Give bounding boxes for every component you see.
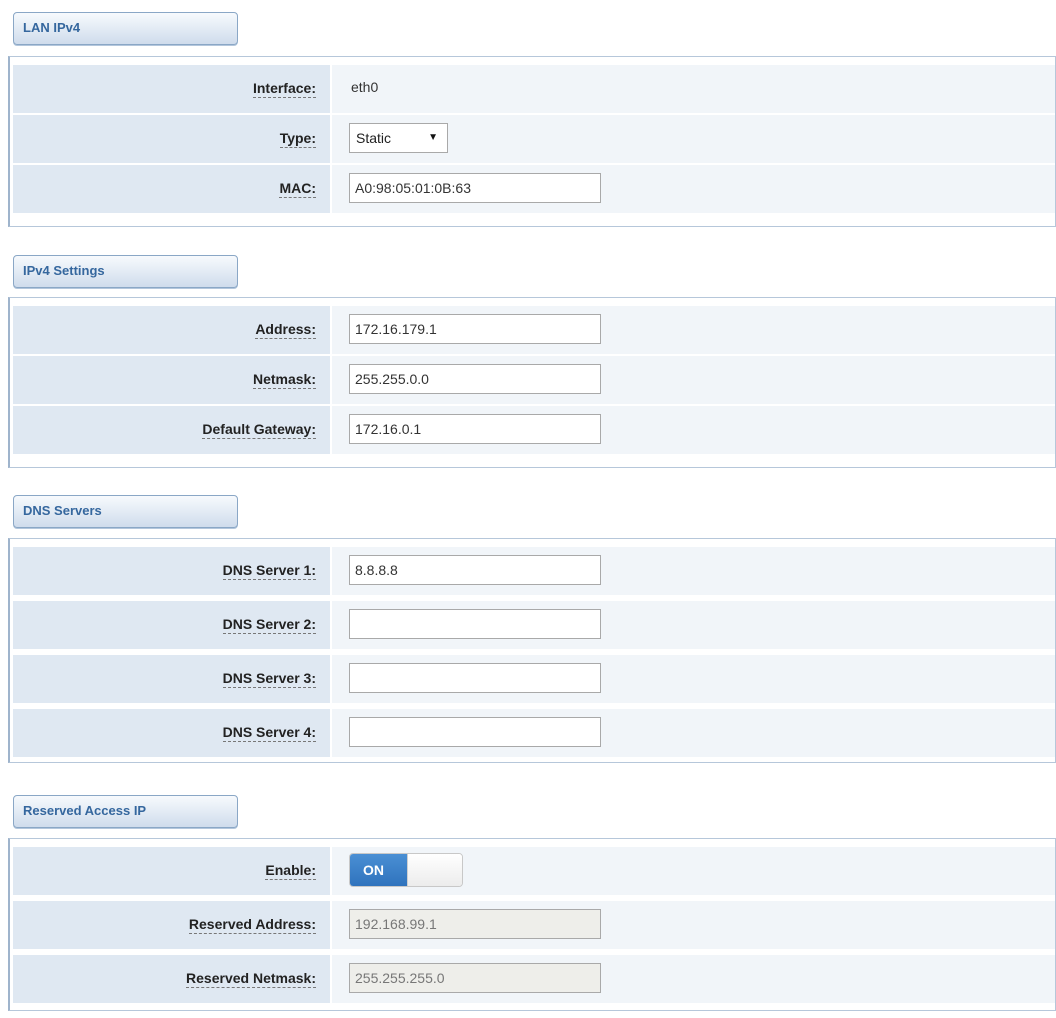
dns-server-2-label: DNS Server 2:: [222, 616, 316, 634]
reserved-address-input[interactable]: [349, 909, 601, 939]
dns-server-3-label: DNS Server 3:: [222, 670, 316, 688]
dns-server-1-input[interactable]: [349, 555, 601, 585]
mac-input[interactable]: [349, 173, 601, 203]
reserved-access-ip-title: Reserved Access IP: [13, 795, 238, 828]
type-label: Type:: [279, 130, 316, 148]
gateway-row: Default Gateway:: [13, 404, 1055, 454]
gateway-label: Default Gateway:: [202, 421, 316, 439]
enable-toggle[interactable]: ON: [349, 853, 463, 887]
mac-row: MAC:: [13, 163, 1055, 213]
reserved-netmask-input[interactable]: [349, 963, 601, 993]
ipv4-settings-panel: Address: Netmask: Default Gateway:: [8, 297, 1056, 468]
address-label: Address:: [255, 321, 316, 339]
interface-value: eth0: [351, 79, 379, 95]
reserved-address-label: Reserved Address:: [188, 916, 316, 934]
dns-server-4-label: DNS Server 4:: [222, 724, 316, 742]
toggle-on-label: ON: [350, 854, 407, 886]
mac-label: MAC:: [279, 180, 316, 198]
reserved-netmask-row: Reserved Netmask:: [13, 953, 1055, 1003]
dns-server-2-row: DNS Server 2:: [13, 599, 1055, 649]
netmask-label: Netmask:: [252, 371, 316, 389]
dns-servers-title: DNS Servers: [13, 495, 238, 528]
reserved-access-ip-panel: Enable: ON Reserved Address: Reserved Ne…: [8, 838, 1056, 1011]
interface-row: Interface: eth0: [13, 63, 1055, 113]
dns-server-2-input[interactable]: [349, 609, 601, 639]
dns-server-1-row: DNS Server 1:: [13, 545, 1055, 595]
type-row: Type: Static ▼: [13, 113, 1055, 163]
enable-row: Enable: ON: [13, 845, 1055, 895]
netmask-row: Netmask:: [13, 354, 1055, 404]
interface-label: Interface:: [252, 80, 316, 98]
enable-label: Enable:: [265, 862, 316, 880]
dns-server-4-row: DNS Server 4:: [13, 707, 1055, 757]
ipv4-settings-title: IPv4 Settings: [13, 255, 238, 288]
dns-server-3-row: DNS Server 3:: [13, 653, 1055, 703]
type-select-value: Static: [356, 130, 392, 146]
toggle-knob: [407, 854, 462, 886]
dns-servers-panel: DNS Server 1: DNS Server 2: DNS Server 3…: [8, 538, 1056, 763]
gateway-input[interactable]: [349, 414, 601, 444]
dns-server-4-input[interactable]: [349, 717, 601, 747]
dropdown-arrow-icon: ▼: [428, 132, 438, 143]
type-select[interactable]: Static ▼: [349, 123, 448, 153]
lan-ipv4-title: LAN IPv4: [13, 12, 238, 45]
dns-server-1-label: DNS Server 1:: [222, 562, 316, 580]
lan-ipv4-panel: Interface: eth0 Type: Static ▼ MAC:: [8, 56, 1056, 227]
reserved-netmask-label: Reserved Netmask:: [186, 970, 316, 988]
reserved-address-row: Reserved Address:: [13, 899, 1055, 949]
address-input[interactable]: [349, 314, 601, 344]
address-row: Address:: [13, 304, 1055, 354]
netmask-input[interactable]: [349, 364, 601, 394]
dns-server-3-input[interactable]: [349, 663, 601, 693]
